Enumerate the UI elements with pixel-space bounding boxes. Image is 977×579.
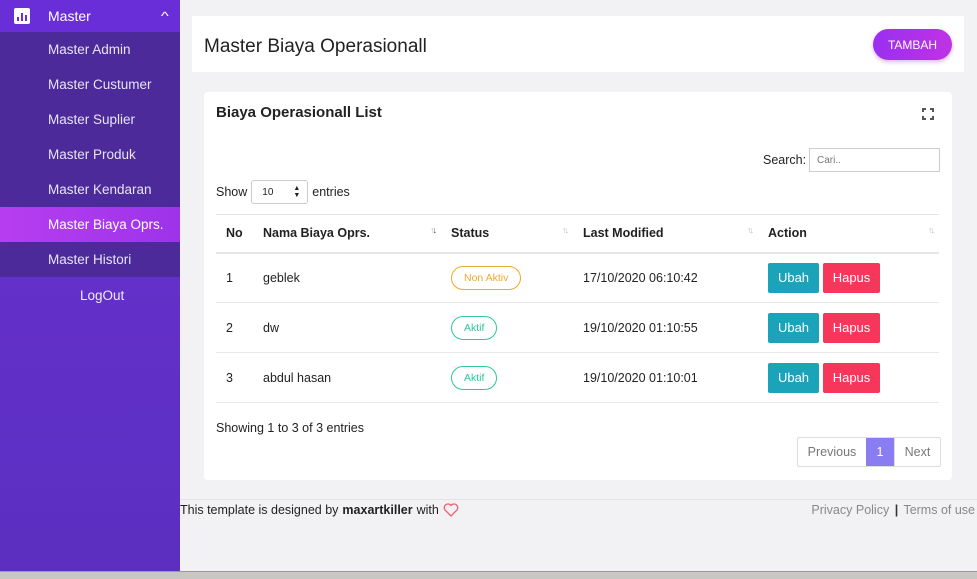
- cell-modified: 17/10/2020 06:10:42: [573, 252, 758, 303]
- column-header-action[interactable]: Action ↑↓: [758, 214, 939, 254]
- cell-no: 2: [216, 302, 253, 353]
- list-card: Biaya Operasionall List Search: Show 10 …: [204, 92, 952, 480]
- entries-control: Show 10 ▲ ▼ entries: [216, 180, 350, 204]
- column-header-last-modified[interactable]: Last Modified ↑↓: [573, 214, 758, 254]
- previous-page-button[interactable]: Previous: [798, 438, 866, 466]
- terms-of-use-link[interactable]: Terms of use: [903, 503, 975, 517]
- cell-no: 3: [216, 352, 253, 403]
- table-row: 3 abdul hasan Aktif 19/10/2020 01:10:01 …: [216, 352, 939, 403]
- delete-button[interactable]: Hapus: [823, 312, 880, 343]
- page-title: Master Biaya Operasionall: [204, 36, 427, 57]
- cell-no: 1: [216, 252, 253, 303]
- search-input[interactable]: [809, 148, 940, 172]
- pagination: Previous 1 Next: [797, 437, 941, 467]
- show-label: Show: [216, 185, 248, 199]
- select-arrows-icon: ▲ ▼: [293, 185, 301, 199]
- page-header: Master Biaya Operasionall TAMBAH: [192, 16, 964, 72]
- sidebar-item-master-kendaran[interactable]: Master Kendaran: [0, 172, 180, 207]
- sidebar-submenu: Master Admin Master Custumer Master Supl…: [0, 32, 180, 277]
- logout-link[interactable]: LogOut: [0, 277, 180, 313]
- status-badge: Non Aktiv: [451, 265, 522, 290]
- sidebar-item-master-suplier[interactable]: Master Suplier: [0, 102, 180, 137]
- cell-name: dw: [253, 302, 441, 353]
- cell-name: abdul hasan: [253, 352, 441, 403]
- sort-icon: ↑↓: [747, 225, 754, 235]
- footer-credit: This template is designed by maxartkille…: [180, 503, 459, 517]
- column-header-no[interactable]: No: [216, 214, 253, 254]
- edit-button[interactable]: Ubah: [768, 262, 819, 293]
- sidebar-header-label: Master: [48, 8, 91, 24]
- entries-select[interactable]: 10 ▲ ▼: [251, 180, 309, 204]
- table-row: 2 dw Aktif 19/10/2020 01:10:55 Ubah Hapus: [216, 302, 939, 353]
- cell-modified: 19/10/2020 01:10:01: [573, 352, 758, 403]
- fullscreen-icon[interactable]: [922, 108, 934, 120]
- add-button[interactable]: TAMBAH: [873, 29, 952, 60]
- sidebar-item-master-custumer[interactable]: Master Custumer: [0, 67, 180, 102]
- sort-icon: ↑↓: [562, 225, 569, 235]
- entries-label: entries: [312, 185, 350, 199]
- sidebar: Master ^ Master Admin Master Custumer Ma…: [0, 0, 180, 571]
- sidebar-item-master-histori[interactable]: Master Histori: [0, 242, 180, 277]
- delete-button[interactable]: Hapus: [823, 362, 880, 393]
- footer-divider: [180, 499, 977, 500]
- cell-name: geblek: [253, 252, 441, 303]
- footer-links: Privacy Policy | Terms of use: [811, 503, 975, 517]
- data-table: No Nama Biaya Oprs. ↑↓ Status ↑↓ Last Modi…: [216, 214, 939, 403]
- column-header-name[interactable]: Nama Biaya Oprs. ↑↓: [253, 214, 441, 254]
- status-badge: Aktif: [451, 365, 498, 390]
- column-header-status[interactable]: Status ↑↓: [441, 214, 573, 254]
- edit-button[interactable]: Ubah: [768, 312, 819, 343]
- credit-suffix: with: [416, 503, 439, 517]
- status-badge: Aktif: [451, 315, 498, 340]
- privacy-policy-link[interactable]: Privacy Policy: [811, 503, 889, 517]
- table-row: 1 geblek Non Aktiv 17/10/2020 06:10:42 U…: [216, 252, 939, 303]
- table-info: Showing 1 to 3 of 3 entries: [216, 421, 365, 435]
- sidebar-item-master-admin[interactable]: Master Admin: [0, 32, 180, 67]
- sidebar-item-master-produk[interactable]: Master Produk: [0, 137, 180, 172]
- next-page-button[interactable]: Next: [894, 438, 940, 466]
- sidebar-item-master-biaya-oprs[interactable]: Master Biaya Oprs.: [0, 207, 180, 242]
- taskbar: [0, 571, 977, 579]
- card-title: Biaya Operasionall List: [216, 104, 382, 121]
- entries-value: 10: [262, 186, 274, 198]
- sidebar-master-toggle[interactable]: Master ^: [0, 0, 180, 32]
- delete-button[interactable]: Hapus: [823, 262, 880, 293]
- sort-icon: ↑↓: [928, 225, 935, 235]
- cell-modified: 19/10/2020 01:10:55: [573, 302, 758, 353]
- page-1-button[interactable]: 1: [866, 438, 894, 466]
- heart-icon: [443, 503, 459, 517]
- credit-author[interactable]: maxartkiller: [342, 503, 412, 517]
- credit-prefix: This template is designed by: [180, 503, 339, 517]
- edit-button[interactable]: Ubah: [768, 362, 819, 393]
- bar-chart-icon: [14, 8, 30, 24]
- search-label: Search:: [763, 153, 807, 167]
- sort-icon: ↑↓: [430, 225, 437, 235]
- footer-separator: |: [894, 503, 899, 517]
- chevron-up-icon[interactable]: ^: [161, 9, 169, 23]
